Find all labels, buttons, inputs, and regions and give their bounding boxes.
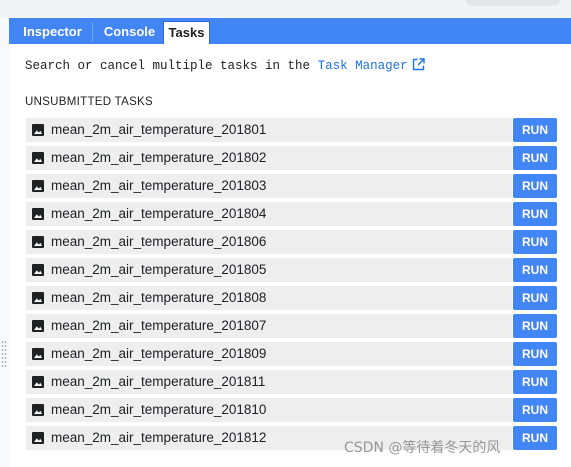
- run-button[interactable]: RUN: [513, 286, 557, 310]
- image-icon: [32, 236, 44, 248]
- tab-inspector[interactable]: Inspector: [12, 22, 93, 42]
- run-button[interactable]: RUN: [513, 398, 557, 422]
- task-row: mean_2m_air_temperature_201810 RUN: [26, 398, 557, 422]
- image-icon: [32, 208, 44, 220]
- image-icon: [32, 404, 44, 416]
- task-name: mean_2m_air_temperature_201801: [51, 122, 267, 137]
- run-button[interactable]: RUN: [513, 426, 557, 450]
- image-icon: [32, 348, 44, 360]
- task-row: mean_2m_air_temperature_201805 RUN: [26, 258, 557, 282]
- task-name: mean_2m_air_temperature_201810: [51, 402, 267, 417]
- image-icon: [32, 124, 44, 136]
- tasks-panel: Search or cancel multiple tasks in the T…: [9, 44, 571, 467]
- task-row: mean_2m_air_temperature_201808 RUN: [26, 286, 557, 310]
- run-button[interactable]: RUN: [513, 370, 557, 394]
- task-manager-link-label[interactable]: Task Manager: [318, 59, 408, 73]
- tasks-description: Search or cancel multiple tasks in the T…: [25, 58, 425, 73]
- image-icon: [32, 264, 44, 276]
- image-icon: [32, 292, 44, 304]
- run-button[interactable]: RUN: [513, 202, 557, 226]
- image-icon: [32, 376, 44, 388]
- run-button[interactable]: RUN: [513, 118, 557, 142]
- top-control-pill[interactable]: [465, 0, 561, 6]
- task-name: mean_2m_air_temperature_201811: [51, 374, 266, 389]
- task-list: mean_2m_air_temperature_201801 RUN mean_2m…: [26, 118, 557, 454]
- task-manager-link[interactable]: Task Manager: [318, 58, 425, 73]
- image-icon: [32, 152, 44, 164]
- task-name: mean_2m_air_temperature_201808: [51, 290, 267, 305]
- task-name: mean_2m_air_temperature_201804: [51, 206, 267, 221]
- unsubmitted-tasks-heading: UNSUBMITTED TASKS: [25, 96, 153, 108]
- task-name: mean_2m_air_temperature_201802: [51, 150, 267, 165]
- task-row: mean_2m_air_temperature_201811 RUN: [26, 370, 557, 394]
- panel-tab-bar: Inspector Console Tasks: [9, 18, 571, 44]
- image-icon: [32, 320, 44, 332]
- task-name: mean_2m_air_temperature_201812: [51, 430, 267, 445]
- run-button[interactable]: RUN: [513, 314, 557, 338]
- task-name: mean_2m_air_temperature_201805: [51, 262, 267, 277]
- task-row: mean_2m_air_temperature_201806 RUN: [26, 230, 557, 254]
- task-name: mean_2m_air_temperature_201803: [51, 178, 267, 193]
- task-row: mean_2m_air_temperature_201803 RUN: [26, 174, 557, 198]
- run-button[interactable]: RUN: [513, 146, 557, 170]
- task-name: mean_2m_air_temperature_201807: [51, 318, 267, 333]
- run-button[interactable]: RUN: [513, 174, 557, 198]
- run-button[interactable]: RUN: [513, 230, 557, 254]
- tab-tasks[interactable]: Tasks: [163, 21, 210, 44]
- task-row: mean_2m_air_temperature_201801 RUN: [26, 118, 557, 142]
- image-icon: [32, 432, 44, 444]
- tab-console[interactable]: Console: [92, 22, 166, 42]
- task-row: mean_2m_air_temperature_201804 RUN: [26, 202, 557, 226]
- run-button[interactable]: RUN: [513, 342, 557, 366]
- task-name: mean_2m_air_temperature_201806: [51, 234, 267, 249]
- external-link-icon[interactable]: [412, 58, 425, 71]
- run-button[interactable]: RUN: [513, 258, 557, 282]
- task-row: mean_2m_air_temperature_201802 RUN: [26, 146, 557, 170]
- top-strip: [0, 0, 571, 18]
- resize-handle-icon[interactable]: [1, 340, 7, 370]
- description-text: Search or cancel multiple tasks in the: [25, 59, 311, 73]
- task-row: mean_2m_air_temperature_201807 RUN: [26, 314, 557, 338]
- task-name: mean_2m_air_temperature_201809: [51, 346, 267, 361]
- watermark: CSDN @等待着冬天的风: [344, 440, 501, 456]
- image-icon: [32, 180, 44, 192]
- task-row: mean_2m_air_temperature_201809 RUN: [26, 342, 557, 366]
